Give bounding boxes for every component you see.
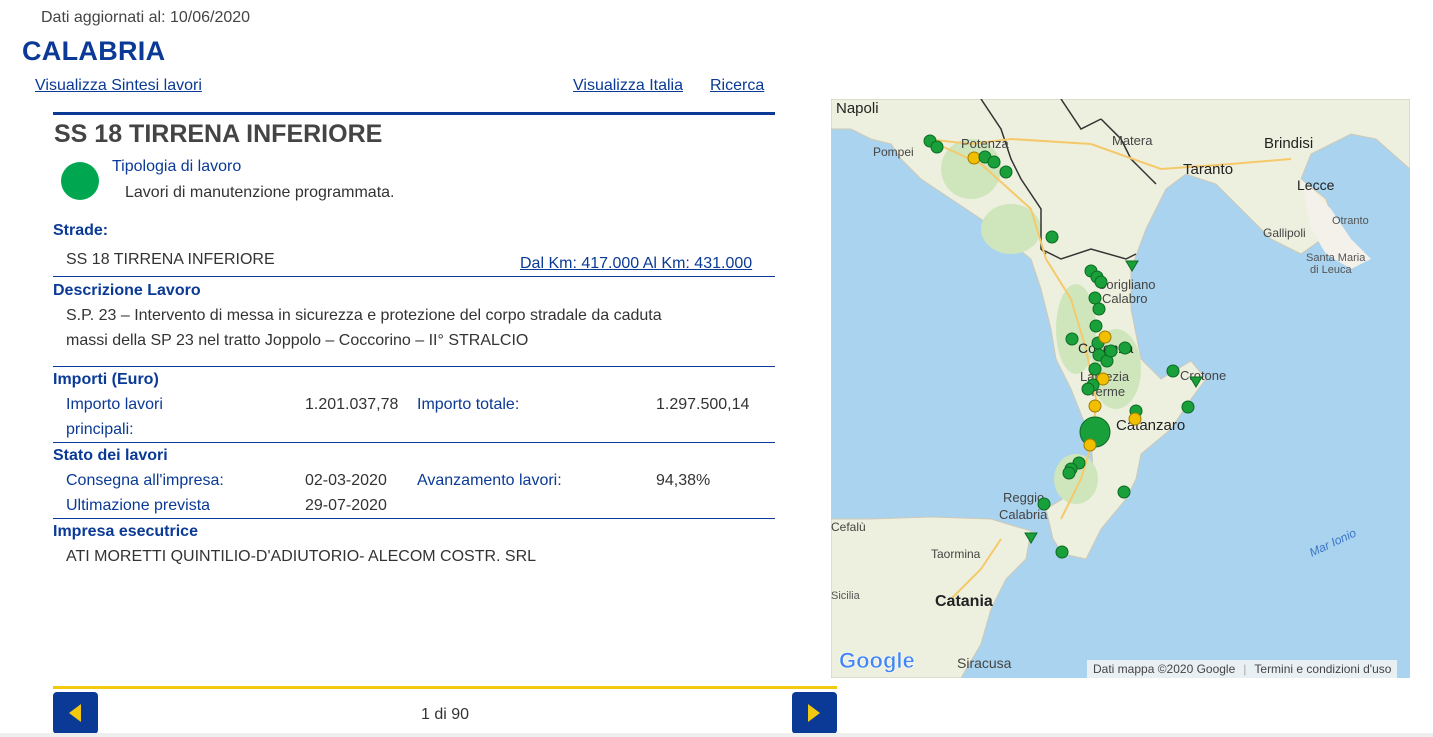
map-marker[interactable] <box>930 140 944 154</box>
road-title: SS 18 TIRRENA INFERIORE <box>54 120 383 148</box>
importo-totale-label: Importo totale: <box>417 396 520 413</box>
map-marker[interactable] <box>1083 438 1097 452</box>
place-label: Santa Maria <box>1306 252 1366 264</box>
importo-lavori-label: Importo lavori <box>66 396 163 413</box>
place-label: Matera <box>1112 133 1153 148</box>
place-label: Taormina <box>931 547 981 561</box>
map-copyright: Dati mappa ©2020 Google <box>1093 662 1236 676</box>
map-marker[interactable] <box>1055 545 1069 559</box>
data-updated-text: Dati aggiornati al: 10/06/2020 <box>41 9 251 26</box>
map-view[interactable]: Napoli Pompei Potenza Matera Brindisi Ta… <box>831 99 1410 678</box>
place-label: Gallipoli <box>1263 226 1306 240</box>
place-label: Pompei <box>873 145 914 159</box>
map-marker[interactable] <box>1062 466 1076 480</box>
map-marker[interactable] <box>1088 291 1102 305</box>
map-marker[interactable] <box>1088 399 1102 413</box>
impresa-value: ATI MORETTI QUINTILIO-D'ADIUTORIO- ALECO… <box>66 548 537 565</box>
place-label: Siracusa <box>957 655 1012 671</box>
avanzamento-label: Avanzamento lavori: <box>417 472 562 489</box>
place-label: Napoli <box>836 100 879 117</box>
map-marker[interactable] <box>1092 302 1106 316</box>
map-marker[interactable] <box>1128 412 1142 426</box>
map-marker[interactable] <box>1181 400 1195 414</box>
map-marker[interactable] <box>987 155 1001 169</box>
place-label: Sicilia <box>831 590 861 602</box>
place-label: di Leuca <box>1310 264 1352 276</box>
importo-lavori-label-2: principali: <box>66 421 134 438</box>
map-marker[interactable] <box>1089 319 1103 333</box>
strade-label: Strade: <box>53 222 109 239</box>
map-marker[interactable] <box>1065 332 1079 346</box>
place-label: Otranto <box>1332 215 1369 227</box>
descrizione-line-1: S.P. 23 – Intervento di messa in sicurez… <box>66 307 662 324</box>
place-label: Lecce <box>1297 177 1335 193</box>
page-counter: 1 di 90 <box>420 706 470 723</box>
pagination-bar: 1 di 90 <box>53 686 837 737</box>
consegna-label: Consegna all'impresa: <box>66 472 224 489</box>
ricerca-link[interactable]: Ricerca <box>710 77 764 95</box>
map-canvas[interactable]: Napoli Pompei Potenza Matera Brindisi Ta… <box>831 99 1410 678</box>
place-label: Cefalù <box>831 520 866 534</box>
consegna-value: 02-03-2020 <box>305 472 387 489</box>
stato-label: Stato dei lavori <box>53 447 168 464</box>
map-marker[interactable] <box>1094 275 1108 289</box>
google-logo: Google <box>839 648 915 673</box>
map-marker[interactable] <box>999 165 1013 179</box>
tipologia-label: Tipologia di lavoro <box>112 158 242 175</box>
descrizione-line-2: massi della SP 23 nel tratto Joppolo – C… <box>66 332 529 349</box>
section-divider <box>53 366 775 367</box>
tipologia-value: Lavori di manutenzione programmata. <box>125 184 395 201</box>
map-marker[interactable] <box>1117 485 1131 499</box>
map-marker[interactable] <box>1104 344 1118 358</box>
map-marker[interactable] <box>1045 230 1059 244</box>
place-label: Potenza <box>961 136 1009 151</box>
sintesi-lavori-link[interactable]: Visualizza Sintesi lavori <box>35 77 202 95</box>
map-terms-link[interactable]: Termini e condizioni d'uso <box>1254 662 1391 676</box>
section-divider <box>53 442 775 443</box>
place-label: Calabro <box>1102 291 1148 306</box>
map-attribution: Dati mappa ©2020 Google | Termini e cond… <box>1087 660 1398 678</box>
impresa-label: Impresa esecutrice <box>53 523 198 540</box>
place-label: Catania <box>935 593 993 610</box>
km-range-link[interactable]: Dal Km: 417.000 Al Km: 431.000 <box>520 255 752 273</box>
place-label: Catanzaro <box>1116 417 1185 434</box>
sea-label: Mar Ionio <box>1307 526 1359 560</box>
map-marker[interactable] <box>1088 362 1102 376</box>
footer-strip <box>0 733 1433 737</box>
ultimazione-value: 29-07-2020 <box>305 497 387 514</box>
section-divider <box>53 276 775 277</box>
importi-label: Importi (Euro) <box>53 371 159 388</box>
importo-totale-value: 1.297.500,14 <box>656 396 750 413</box>
page-title: CALABRIA <box>22 36 166 66</box>
map-marker[interactable] <box>1037 497 1051 511</box>
next-button[interactable] <box>792 692 837 734</box>
visualizza-italia-link[interactable]: Visualizza Italia <box>573 77 683 95</box>
map-marker[interactable] <box>1166 364 1180 378</box>
attribution-separator: | <box>1243 662 1247 676</box>
importo-lavori-value: 1.201.037,78 <box>305 396 399 413</box>
map-marker[interactable] <box>1098 330 1112 344</box>
map-marker[interactable] <box>1081 382 1095 396</box>
section-divider <box>53 518 775 519</box>
strade-value: SS 18 TIRRENA INFERIORE <box>66 251 275 268</box>
chevron-right-icon <box>808 704 820 722</box>
status-indicator <box>61 162 99 200</box>
descrizione-label: Descrizione Lavoro <box>53 282 201 299</box>
avanzamento-value: 94,38% <box>656 472 711 489</box>
place-label: Brindisi <box>1264 135 1313 152</box>
ultimazione-label: Ultimazione prevista <box>66 497 211 514</box>
map-marker[interactable] <box>1118 341 1132 355</box>
map-marker[interactable] <box>967 151 981 165</box>
place-label: Taranto <box>1183 161 1233 178</box>
place-label: Crotone <box>1180 368 1226 383</box>
